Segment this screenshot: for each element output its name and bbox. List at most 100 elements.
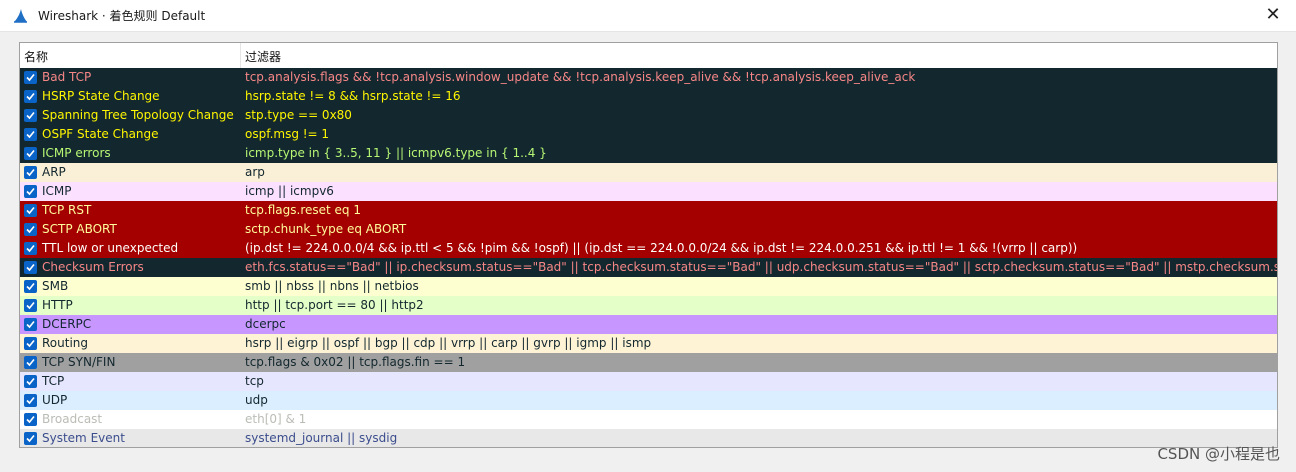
table-header: 名称 过滤器 — [20, 43, 1277, 69]
column-header-name[interactable]: 名称 — [24, 48, 48, 65]
checkmark-icon — [26, 339, 35, 348]
rule-name: SMB — [42, 279, 69, 293]
rule-row[interactable]: Routing hsrp || eigrp || ospf || bgp || c… — [20, 334, 1277, 353]
checkmark-icon — [26, 187, 35, 196]
rule-filter: eth[0] & 1 — [245, 412, 307, 426]
rule-name: System Event — [42, 431, 125, 445]
enabled-checkbox[interactable] — [24, 147, 37, 160]
rule-name: ARP — [42, 165, 66, 179]
enabled-checkbox[interactable] — [24, 299, 37, 312]
rule-row[interactable]: Bad TCP tcp.analysis.flags && !tcp.analys… — [20, 68, 1277, 87]
checkmark-icon — [26, 263, 35, 272]
coloring-rules-table: 名称 过滤器 Bad TCP tcp.analysis.flags && !tcp… — [19, 42, 1278, 448]
rule-row[interactable]: Spanning Tree Topology Change stp.type ==… — [20, 106, 1277, 125]
rule-filter: ospf.msg != 1 — [245, 127, 330, 141]
rule-row[interactable]: System Event systemd_journal || sysdig — [20, 429, 1277, 447]
close-button[interactable]: ✕ — [1250, 0, 1296, 31]
rule-filter: dcerpc — [245, 317, 286, 331]
enabled-checkbox[interactable] — [24, 242, 37, 255]
rule-name: HTTP — [42, 298, 73, 312]
checkmark-icon — [26, 434, 35, 443]
rule-name: TTL low or unexpected — [42, 241, 179, 255]
enabled-checkbox[interactable] — [24, 90, 37, 103]
rule-filter: tcp.flags.reset eq 1 — [245, 203, 361, 217]
rule-name: DCERPC — [42, 317, 92, 331]
enabled-checkbox[interactable] — [24, 413, 37, 426]
wireshark-fin-icon — [12, 8, 28, 24]
rule-name: TCP SYN/FIN — [42, 355, 116, 369]
rule-filter: hsrp.state != 8 && hsrp.state != 16 — [245, 89, 461, 103]
rule-filter: systemd_journal || sysdig — [245, 431, 398, 445]
rule-row[interactable]: TCP SYN/FIN tcp.flags & 0x02 || tcp.flags… — [20, 353, 1277, 372]
enabled-checkbox[interactable] — [24, 166, 37, 179]
enabled-checkbox[interactable] — [24, 71, 37, 84]
rule-row[interactable]: ICMP errors icmp.type in { 3..5, 11 } || … — [20, 144, 1277, 163]
rule-row[interactable]: DCERPC dcerpc — [20, 315, 1277, 334]
rule-name: Routing — [42, 336, 89, 350]
rule-filter: (ip.dst != 224.0.0.0/4 && ip.ttl < 5 && … — [245, 241, 1078, 255]
enabled-checkbox[interactable] — [24, 337, 37, 350]
rule-name: HSRP State Change — [42, 89, 160, 103]
rule-row[interactable]: TCP tcp — [20, 372, 1277, 391]
rule-name: Bad TCP — [42, 70, 92, 84]
enabled-checkbox[interactable] — [24, 394, 37, 407]
rule-row[interactable]: UDP udp — [20, 391, 1277, 410]
rule-row[interactable]: HTTP http || tcp.port == 80 || http2 — [20, 296, 1277, 315]
checkmark-icon — [26, 168, 35, 177]
enabled-checkbox[interactable] — [24, 280, 37, 293]
checkmark-icon — [26, 206, 35, 215]
enabled-checkbox[interactable] — [24, 375, 37, 388]
rule-row[interactable]: HSRP State Change hsrp.state != 8 && hsrp… — [20, 87, 1277, 106]
enabled-checkbox[interactable] — [24, 185, 37, 198]
rule-filter: icmp || icmpv6 — [245, 184, 334, 198]
checkmark-icon — [26, 301, 35, 310]
rule-row[interactable]: SMB smb || nbss || nbns || netbios — [20, 277, 1277, 296]
rule-filter: tcp — [245, 374, 264, 388]
checkmark-icon — [26, 149, 35, 158]
rule-name: UDP — [42, 393, 68, 407]
rule-name: SCTP ABORT — [42, 222, 117, 236]
checkmark-icon — [26, 244, 35, 253]
column-header-filter[interactable]: 过滤器 — [245, 48, 281, 65]
watermark: CSDN @小程是也 — [1157, 445, 1280, 463]
rule-row[interactable]: TCP RST tcp.flags.reset eq 1 — [20, 201, 1277, 220]
rule-filter: arp — [245, 165, 265, 179]
enabled-checkbox[interactable] — [24, 128, 37, 141]
rule-filter: icmp.type in { 3..5, 11 } || icmpv6.type… — [245, 146, 547, 160]
enabled-checkbox[interactable] — [24, 109, 37, 122]
enabled-checkbox[interactable] — [24, 356, 37, 369]
checkmark-icon — [26, 73, 35, 82]
rule-row[interactable]: TTL low or unexpected (ip.dst != 224.0.0.… — [20, 239, 1277, 258]
checkmark-icon — [26, 111, 35, 120]
window-title: Wireshark · 着色规则 Default — [38, 9, 206, 23]
rule-name: ICMP errors — [42, 146, 111, 160]
rule-filter: tcp.analysis.flags && !tcp.analysis.wind… — [245, 70, 916, 84]
checkmark-icon — [26, 225, 35, 234]
enabled-checkbox[interactable] — [24, 432, 37, 445]
rule-filter: stp.type == 0x80 — [245, 108, 352, 122]
rule-filter: http || tcp.port == 80 || http2 — [245, 298, 424, 312]
rule-filter: udp — [245, 393, 268, 407]
checkmark-icon — [26, 92, 35, 101]
checkmark-icon — [26, 396, 35, 405]
enabled-checkbox[interactable] — [24, 204, 37, 217]
rule-name: TCP — [42, 374, 65, 388]
rule-name: OSPF State Change — [42, 127, 159, 141]
rule-name: Spanning Tree Topology Change — [42, 108, 234, 122]
rule-list: Bad TCP tcp.analysis.flags && !tcp.analys… — [20, 68, 1277, 447]
column-divider[interactable] — [240, 43, 241, 68]
checkmark-icon — [26, 415, 35, 424]
enabled-checkbox[interactable] — [24, 261, 37, 274]
rule-row[interactable]: Checksum Errors eth.fcs.status=="Bad" || … — [20, 258, 1277, 277]
checkmark-icon — [26, 282, 35, 291]
rule-row[interactable]: OSPF State Change ospf.msg != 1 — [20, 125, 1277, 144]
rule-row[interactable]: ICMP icmp || icmpv6 — [20, 182, 1277, 201]
rule-filter: sctp.chunk_type eq ABORT — [245, 222, 407, 236]
checkmark-icon — [26, 130, 35, 139]
rule-row[interactable]: Broadcast eth[0] & 1 — [20, 410, 1277, 429]
rule-row[interactable]: ARP arp — [20, 163, 1277, 182]
enabled-checkbox[interactable] — [24, 223, 37, 236]
rule-row[interactable]: SCTP ABORT sctp.chunk_type eq ABORT — [20, 220, 1277, 239]
enabled-checkbox[interactable] — [24, 318, 37, 331]
rule-filter: eth.fcs.status=="Bad" || ip.checksum.sta… — [245, 260, 1277, 274]
